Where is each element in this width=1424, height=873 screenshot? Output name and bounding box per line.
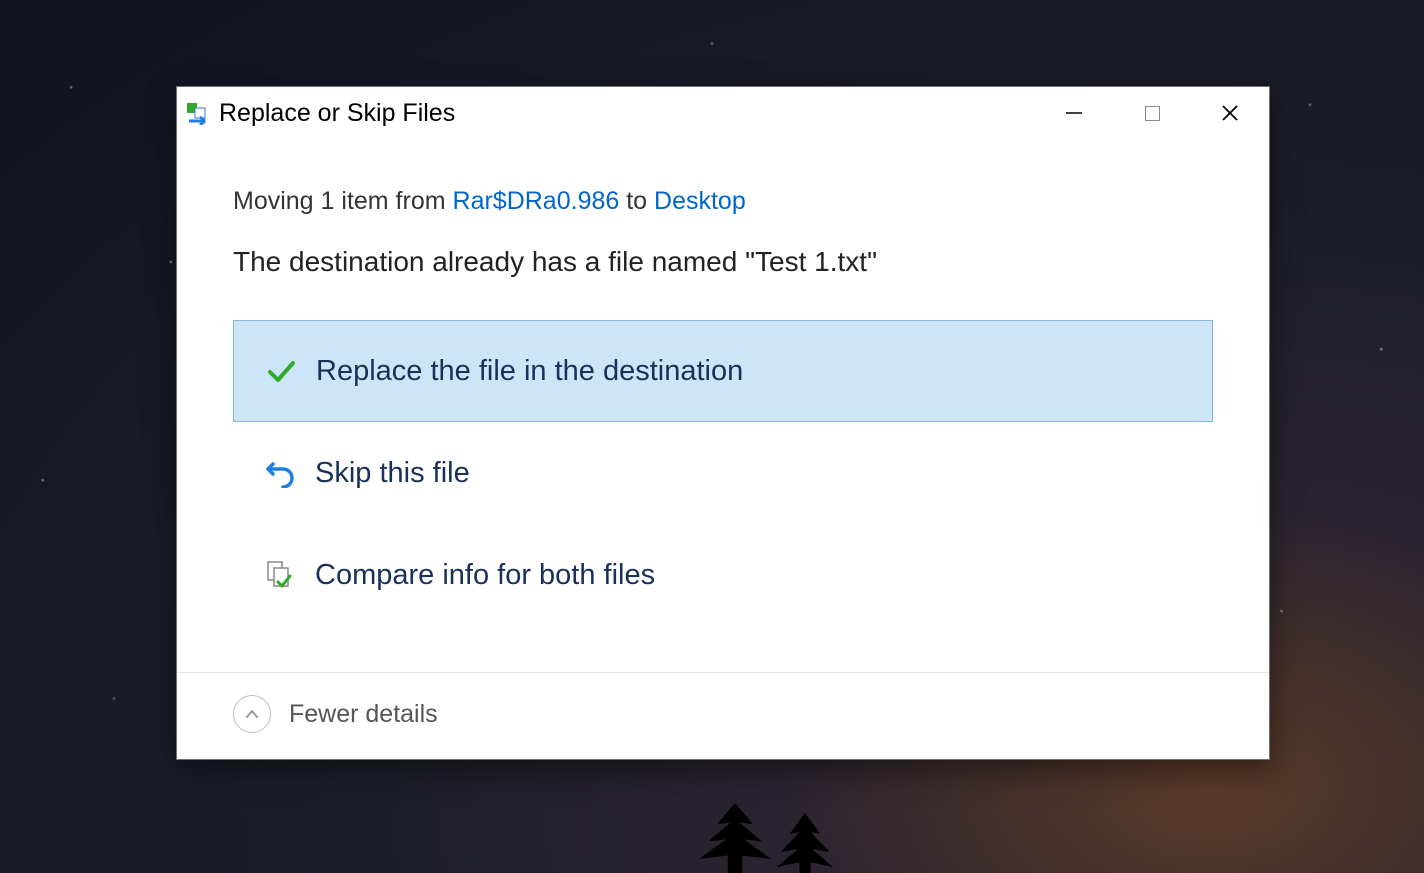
option-replace[interactable]: Replace the file in the destination xyxy=(233,320,1213,422)
option-replace-label: Replace the file in the destination xyxy=(316,355,743,388)
fewer-details-label: Fewer details xyxy=(289,700,438,729)
compare-files-icon xyxy=(261,560,299,590)
moving-mid: to xyxy=(619,187,654,215)
option-skip-label: Skip this file xyxy=(315,457,470,490)
options-list: Replace the file in the destination Skip… xyxy=(233,320,1213,626)
window-controls xyxy=(1035,87,1269,139)
source-folder-link[interactable]: Rar$DRa0.986 xyxy=(453,187,620,215)
replace-or-skip-dialog: Replace or Skip Files Moving 1 item from… xyxy=(176,86,1270,760)
option-compare[interactable]: Compare info for both files xyxy=(233,524,1213,626)
minimize-button[interactable] xyxy=(1035,87,1113,139)
wallpaper-tree xyxy=(690,803,780,873)
file-transfer-icon xyxy=(187,101,215,125)
chevron-up-icon xyxy=(233,695,271,733)
titlebar[interactable]: Replace or Skip Files xyxy=(177,87,1269,139)
moving-prefix: Moving 1 item from xyxy=(233,187,453,215)
option-compare-label: Compare info for both files xyxy=(315,559,655,592)
undo-icon xyxy=(261,458,299,488)
wallpaper-tree xyxy=(770,813,840,873)
fewer-details-toggle[interactable]: Fewer details xyxy=(177,673,1269,759)
moving-summary: Moving 1 item from Rar$DRa0.986 to Deskt… xyxy=(233,187,1213,216)
maximize-button[interactable] xyxy=(1113,87,1191,139)
conflict-message: The destination already has a file named… xyxy=(233,246,1213,278)
option-skip[interactable]: Skip this file xyxy=(233,422,1213,524)
dest-folder-link[interactable]: Desktop xyxy=(654,187,746,215)
dialog-title: Replace or Skip Files xyxy=(219,99,455,128)
close-button[interactable] xyxy=(1191,87,1269,139)
check-icon xyxy=(262,355,300,387)
